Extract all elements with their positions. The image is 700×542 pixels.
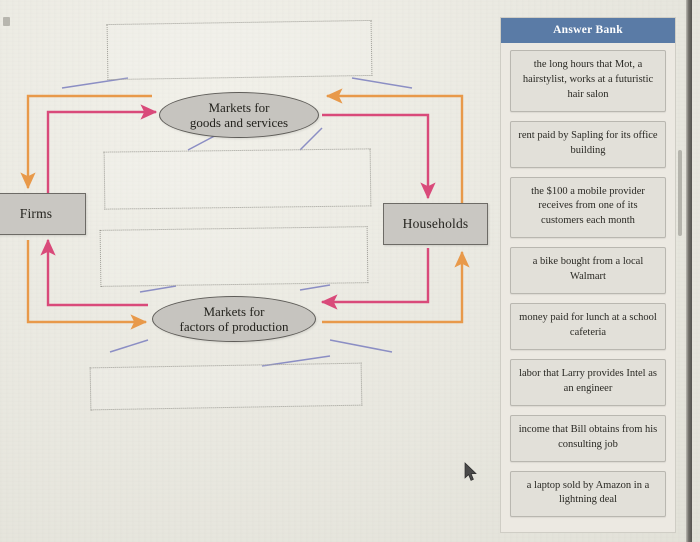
drop-zone-3[interactable] [99, 226, 369, 287]
page-edge-shadow [686, 0, 692, 542]
answer-bank-item[interactable]: income that Bill obtains from his consul… [510, 414, 666, 462]
answer-bank-item[interactable]: labor that Larry provides Intel as an en… [510, 358, 666, 406]
answer-bank-item[interactable]: the long hours that Mot, a hairstylist, … [510, 50, 666, 112]
node-firms-label: Firms [19, 206, 53, 221]
answer-bank-item[interactable]: the $100 a mobile provider receives from… [510, 176, 666, 239]
drop-zone-1[interactable] [106, 19, 373, 81]
node-firms: Firms [0, 193, 86, 235]
leader-line-3b [299, 284, 331, 291]
node-markets-factors-line1: Markets for [203, 303, 265, 319]
circular-flow-diagram: Firms Households Markets for goods and s… [0, 0, 497, 542]
node-households: Households [383, 203, 488, 245]
leader-line-3a [139, 285, 177, 293]
leader-line-4b [329, 339, 393, 353]
answer-bank-title: Answer Bank [501, 18, 675, 43]
answer-bank-item[interactable]: a bike bought from a local Walmart [510, 247, 666, 295]
node-markets-factors-line2: factors of production [179, 319, 289, 334]
node-markets-goods-line2: goods and services [189, 115, 289, 130]
node-markets-for-goods-and-services: Markets for goods and services [159, 92, 319, 138]
node-markets-goods-line1: Markets for [208, 99, 270, 115]
answer-bank-panel: Answer Bank the long hours that Mot, a h… [500, 17, 676, 534]
leader-line-4a [109, 339, 149, 353]
node-markets-goods-label: Markets for goods and services [190, 100, 288, 131]
page-background: Firms Households Markets for goods and s… [0, 0, 700, 542]
node-markets-factors-label: Markets for factors of production [179, 304, 288, 335]
answer-bank-item[interactable]: a laptop sold by Amazon in a lightning d… [510, 470, 666, 518]
leader-line-2b [299, 127, 323, 151]
drop-zone-2[interactable] [103, 148, 372, 210]
drop-zone-4[interactable] [89, 362, 363, 411]
scrollbar-thumb[interactable] [678, 150, 682, 236]
node-markets-for-factors-of-production: Markets for factors of production [152, 296, 316, 342]
answer-bank-item[interactable]: money paid for lunch at a school cafeter… [510, 303, 666, 350]
answer-bank-list: the long hours that Mot, a hairstylist, … [501, 43, 675, 518]
leader-line-1b [351, 77, 413, 89]
answer-bank-item[interactable]: rent paid by Sapling for its office buil… [510, 120, 666, 168]
node-households-label: Households [402, 216, 469, 231]
